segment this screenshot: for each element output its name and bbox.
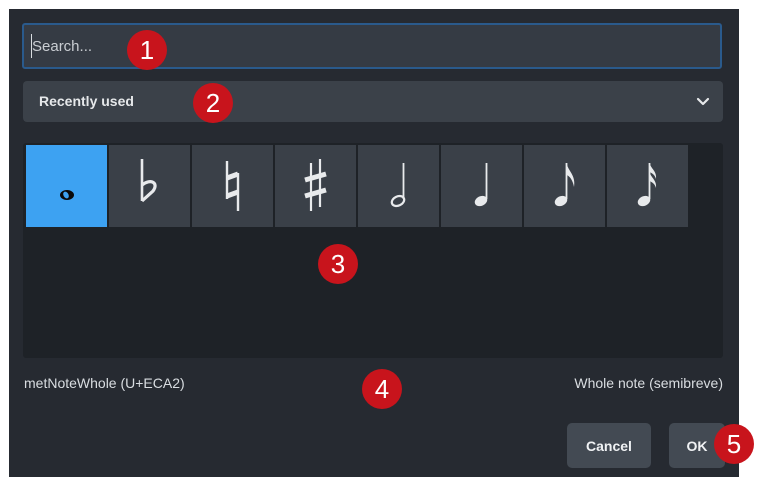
eighth-note-icon — [554, 163, 575, 207]
glyph-cell-quarter-note[interactable] — [441, 145, 522, 227]
chevron-down-icon — [696, 97, 710, 106]
glyph-cell-eighth-note[interactable] — [524, 145, 605, 227]
sixteenth-note-icon — [637, 163, 657, 207]
glyph-grid — [23, 143, 723, 358]
quarter-note-icon — [474, 163, 488, 207]
half-note-icon — [390, 163, 406, 208]
glyph-id-label: metNoteWhole (U+ECA2) — [24, 375, 185, 391]
callout-badge-3: 3 — [318, 244, 358, 284]
glyph-cell-whole-note[interactable] — [26, 145, 107, 227]
glyph-cell-natural[interactable] — [192, 145, 273, 227]
whole-note-icon — [60, 190, 74, 200]
category-dropdown[interactable]: Recently used — [23, 81, 723, 122]
natural-icon — [225, 161, 240, 211]
sharp-icon — [304, 159, 327, 211]
flat-icon — [140, 159, 157, 203]
category-dropdown-label: Recently used — [39, 93, 134, 109]
callout-badge-1: 1 — [127, 30, 167, 70]
glyph-cell-half-note[interactable] — [358, 145, 439, 227]
glyph-cell-sixteenth-note[interactable] — [607, 145, 688, 227]
callout-badge-4: 4 — [362, 369, 402, 409]
glyph-description-label: Whole note (semibreve) — [574, 375, 723, 391]
cancel-button[interactable]: Cancel — [567, 423, 651, 468]
glyph-cell-sharp[interactable] — [275, 145, 356, 227]
glyph-cell-flat[interactable] — [109, 145, 190, 227]
text-caret — [31, 34, 32, 58]
callout-badge-5: 5 — [714, 424, 754, 464]
callout-badge-2: 2 — [193, 83, 233, 123]
